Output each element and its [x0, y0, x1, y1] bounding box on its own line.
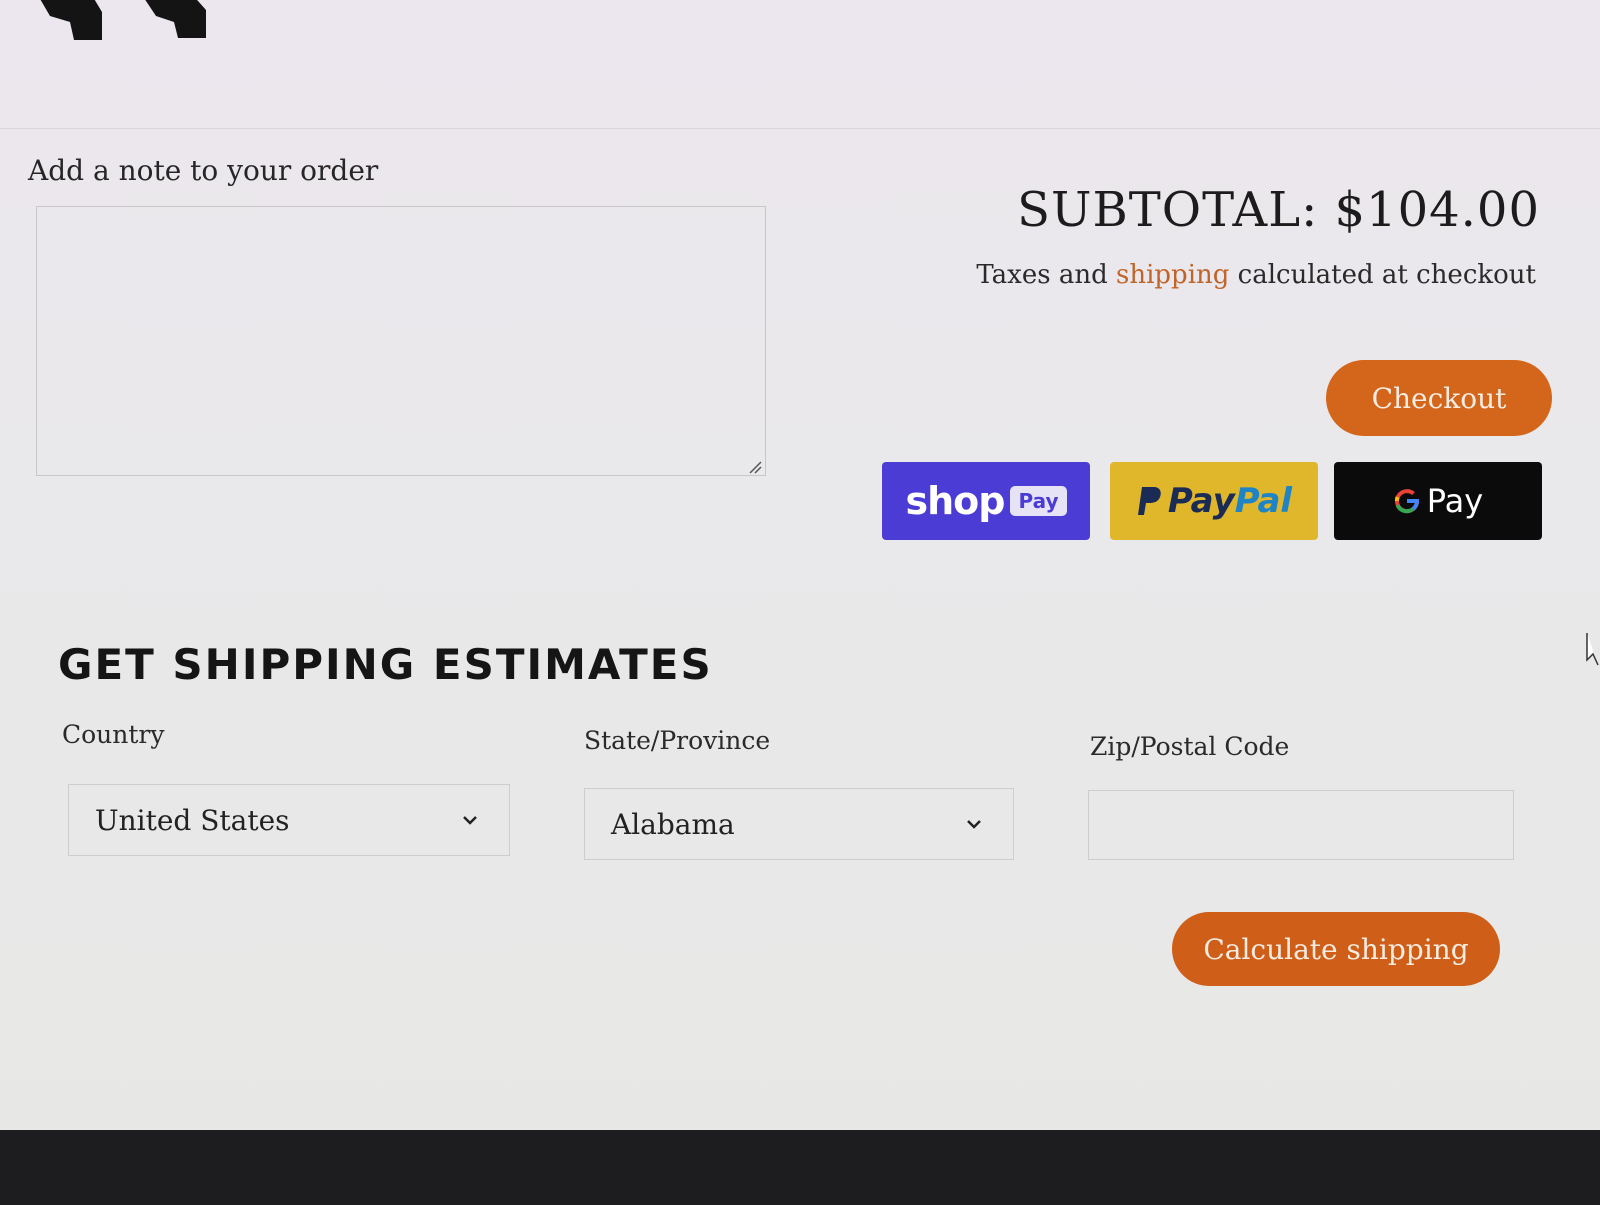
paypal-wordmark-pay: Pay	[1167, 481, 1235, 521]
zip-input[interactable]	[1088, 790, 1514, 860]
state-label: State/Province	[584, 726, 771, 755]
country-label: Country	[62, 720, 165, 749]
google-pay-button[interactable]: Pay	[1334, 462, 1542, 540]
shipping-estimates-title: GET SHIPPING ESTIMATES	[58, 640, 713, 689]
cart-page: Add a note to your order SUBTOTAL: $104.…	[0, 0, 1600, 1205]
chevron-down-icon	[463, 816, 477, 825]
state-select-value: Alabama	[611, 807, 735, 841]
paypal-icon	[1137, 487, 1161, 515]
order-note-label: Add a note to your order	[28, 154, 379, 187]
google-g-icon	[1394, 489, 1419, 514]
monitor-bezel	[0, 1130, 1600, 1205]
divider	[0, 128, 1600, 129]
tax-note-prefix: Taxes and	[976, 260, 1116, 290]
shop-pay-wordmark: shop	[905, 479, 1005, 523]
tax-note: Taxes and shipping calculated at checkou…	[976, 260, 1536, 290]
checkout-button[interactable]: Checkout	[1326, 360, 1552, 436]
logo-partial-icon	[40, 0, 206, 40]
subtotal: SUBTOTAL: $104.00	[1017, 182, 1540, 238]
paypal-wordmark-pal: Pal	[1234, 481, 1293, 521]
paypal-wordmark: PayPal	[1168, 481, 1292, 521]
order-note-textarea[interactable]	[36, 206, 766, 476]
country-select[interactable]: United States	[68, 784, 510, 856]
shop-pay-button[interactable]: shop Pay	[882, 462, 1090, 540]
tax-note-suffix: calculated at checkout	[1229, 260, 1536, 290]
paypal-button[interactable]: PayPal	[1110, 462, 1318, 540]
shop-pay-badge: Pay	[1010, 486, 1067, 516]
google-pay-label: Pay	[1426, 482, 1484, 520]
zip-label: Zip/Postal Code	[1090, 732, 1290, 761]
chevron-down-icon	[967, 820, 981, 829]
shipping-policy-link[interactable]: shipping	[1116, 260, 1229, 290]
resize-grip-icon[interactable]	[748, 460, 762, 474]
mouse-cursor-icon	[1586, 633, 1599, 666]
state-select[interactable]: Alabama	[584, 788, 1014, 860]
calculate-shipping-button[interactable]: Calculate shipping	[1172, 912, 1500, 986]
country-select-value: United States	[95, 803, 290, 837]
